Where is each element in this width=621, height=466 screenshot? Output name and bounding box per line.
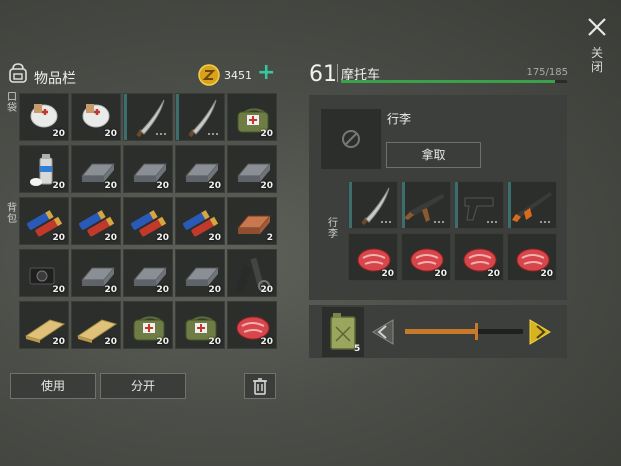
inventory-slot[interactable]: 20 xyxy=(227,93,277,141)
inventory-slot[interactable]: 20 xyxy=(227,249,277,297)
inventory-slot[interactable]: 20 xyxy=(71,197,121,245)
item-quantity: 20 xyxy=(540,269,553,279)
item-quantity: 20 xyxy=(487,269,500,279)
inventory-slot[interactable]: 2 xyxy=(227,197,277,245)
item-quantity: 20 xyxy=(208,233,221,243)
inventory-slot[interactable]: 20 xyxy=(71,249,121,297)
inventory-slot[interactable]: 20 xyxy=(19,249,69,297)
vehicle-capacity-ratio: 175/185 xyxy=(526,67,568,78)
inventory-slot[interactable]: 20 xyxy=(71,93,121,141)
blocked-icon xyxy=(342,130,360,148)
durability-indicator xyxy=(381,221,393,223)
durability-indicator xyxy=(487,221,499,223)
split-button[interactable]: 分开 xyxy=(100,373,186,399)
trash-icon xyxy=(253,378,267,395)
item-quantity: 20 xyxy=(104,129,117,139)
durability-indicator xyxy=(156,133,168,135)
empty-luggage-slot[interactable] xyxy=(321,109,381,169)
luggage-slot[interactable]: 20 xyxy=(348,233,398,281)
durability-indicator xyxy=(434,221,446,223)
inventory-title: 物品栏 xyxy=(34,71,76,87)
close-icon[interactable] xyxy=(586,16,608,38)
durability-indicator xyxy=(540,221,552,223)
item-quantity: 20 xyxy=(208,285,221,295)
item-quantity: 20 xyxy=(52,233,65,243)
inventory-slot[interactable]: 20 xyxy=(123,145,173,193)
inventory-slot[interactable]: 20 xyxy=(227,145,277,193)
luggage-side-label: 行李 xyxy=(328,218,338,240)
inventory-slot[interactable]: 20 xyxy=(175,145,225,193)
item-quantity: 20 xyxy=(434,269,447,279)
inventory-slot[interactable]: 20 xyxy=(123,249,173,297)
arrow-left-button[interactable] xyxy=(371,318,395,346)
close-label[interactable]: 关闭 xyxy=(590,46,604,74)
pocket-label: 口袋 xyxy=(7,92,17,114)
item-quantity: 20 xyxy=(52,181,65,191)
inventory-slot[interactable]: 20 xyxy=(19,93,69,141)
item-quantity: 20 xyxy=(156,285,169,295)
item-quantity: 20 xyxy=(104,233,117,243)
take-button[interactable]: 拿取 xyxy=(386,142,481,168)
item-quantity: 20 xyxy=(104,337,117,347)
item-quantity: 20 xyxy=(260,129,273,139)
inventory-slot[interactable]: 20 xyxy=(175,301,225,349)
luggage-slot[interactable] xyxy=(401,181,451,229)
inventory-slot[interactable]: 20 xyxy=(71,145,121,193)
item-quantity: 20 xyxy=(52,337,65,347)
item-quantity: 20 xyxy=(208,181,221,191)
divider xyxy=(337,64,338,82)
luggage-slot[interactable]: 20 xyxy=(507,233,557,281)
inventory-slot[interactable]: 20 xyxy=(19,301,69,349)
item-quantity: 20 xyxy=(52,129,65,139)
vehicle-capacity-used: 61 xyxy=(309,62,337,87)
inventory-slot[interactable]: 20 xyxy=(123,197,173,245)
inventory-slot[interactable]: 20 xyxy=(175,197,225,245)
item-quantity: 20 xyxy=(260,285,273,295)
item-quantity: 20 xyxy=(156,337,169,347)
fuel-slider-handle[interactable] xyxy=(475,323,478,340)
luggage-slot[interactable] xyxy=(507,181,557,229)
item-quantity: 20 xyxy=(260,337,273,347)
item-quantity: 20 xyxy=(104,181,117,191)
inventory-slot[interactable]: 20 xyxy=(19,197,69,245)
item-quantity: 20 xyxy=(208,337,221,347)
backpack-icon xyxy=(9,63,27,83)
trash-button[interactable] xyxy=(244,373,276,399)
fuel-quantity: 5 xyxy=(354,344,361,354)
inventory-slot[interactable] xyxy=(175,93,225,141)
item-quantity: 20 xyxy=(104,285,117,295)
inventory-slot[interactable]: 20 xyxy=(19,145,69,193)
capacity-bar-fill xyxy=(341,80,555,83)
luggage-title: 行李 xyxy=(387,112,412,126)
coin-icon xyxy=(198,64,220,86)
inventory-slot[interactable]: 20 xyxy=(71,301,121,349)
use-button[interactable]: 使用 xyxy=(10,373,96,399)
inventory-slot[interactable]: 20 xyxy=(123,301,173,349)
item-quantity: 20 xyxy=(156,181,169,191)
fuel-slider-fill xyxy=(405,329,475,334)
item-quantity: 20 xyxy=(381,269,394,279)
luggage-slot[interactable] xyxy=(454,181,504,229)
inventory-slot[interactable]: 20 xyxy=(227,301,277,349)
arrow-right-button[interactable] xyxy=(528,318,552,346)
inventory-slot[interactable]: 20 xyxy=(175,249,225,297)
inventory-slot[interactable] xyxy=(123,93,173,141)
luggage-slot[interactable] xyxy=(348,181,398,229)
item-quantity: 20 xyxy=(156,233,169,243)
luggage-slot[interactable]: 20 xyxy=(454,233,504,281)
item-quantity: 20 xyxy=(260,181,273,191)
add-coins-button[interactable]: + xyxy=(257,62,275,84)
item-quantity: 2 xyxy=(266,233,273,243)
backpack-label: 背包 xyxy=(7,203,17,225)
luggage-slot[interactable]: 20 xyxy=(401,233,451,281)
coin-count: 3451 xyxy=(224,69,252,82)
durability-indicator xyxy=(208,133,220,135)
item-quantity: 20 xyxy=(52,285,65,295)
